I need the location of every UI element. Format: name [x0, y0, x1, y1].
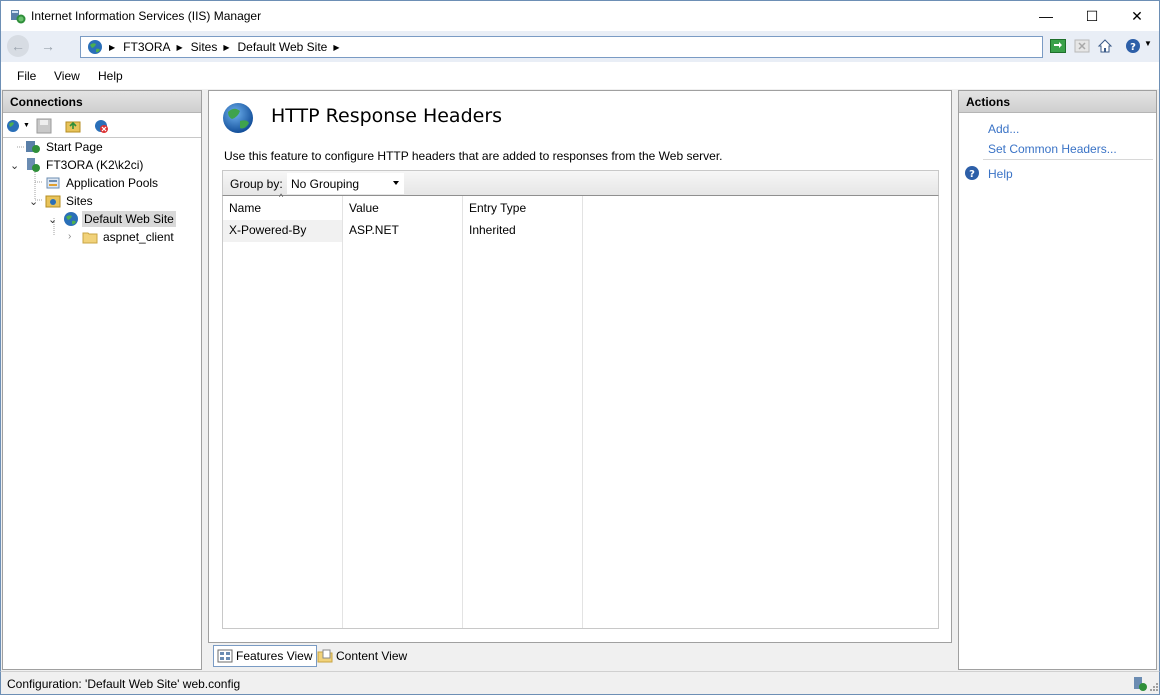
breadcrumb-sites[interactable]: Sites: [191, 40, 218, 54]
group-by-value: No Grouping: [291, 176, 360, 191]
expand-chevron-icon[interactable]: ›: [68, 231, 71, 242]
menu-help[interactable]: Help: [98, 69, 123, 83]
column-header-name[interactable]: Name: [229, 201, 261, 215]
tab-content-view[interactable]: Content View: [314, 645, 411, 667]
breadcrumb-server[interactable]: FT3ORA: [123, 40, 170, 54]
home-icon[interactable]: [1097, 38, 1113, 54]
application-pools-icon: [46, 177, 60, 189]
tree-label-application-pools: Application Pools: [66, 176, 159, 190]
cell-name: X-Powered-By: [229, 223, 307, 237]
tree-item-aspnet-client[interactable]: aspnet_client: [82, 228, 176, 246]
title-bar: Internet Information Services (IIS) Mana…: [0, 0, 1160, 31]
iis-app-icon: [11, 10, 26, 24]
menu-view[interactable]: View: [54, 69, 80, 83]
disconnect-icon[interactable]: [93, 118, 109, 134]
content-view-icon: [317, 649, 333, 663]
start-page-icon: [26, 141, 40, 153]
tree-item-default-web-site[interactable]: Default Web Site: [63, 210, 176, 228]
server-icon: [27, 158, 40, 172]
globe-icon: [64, 212, 78, 226]
tree-label-start-page: Start Page: [46, 140, 103, 154]
stop-icon[interactable]: [1074, 38, 1090, 54]
forward-button[interactable]: →: [37, 35, 59, 57]
save-icon[interactable]: [36, 118, 52, 134]
feature-description: Use this feature to configure HTTP heade…: [224, 149, 723, 163]
collapse-chevron-icon[interactable]: ⌄: [10, 159, 19, 172]
tree-item-application-pools[interactable]: Application Pools: [45, 174, 160, 192]
feature-pane: HTTP Response Headers Use this feature t…: [208, 90, 952, 643]
help-icon: ?: [965, 166, 979, 180]
crumb-separator-icon: ▶: [109, 42, 116, 52]
sort-ascending-icon: ^: [279, 192, 284, 202]
minimize-button[interactable]: —: [1023, 1, 1069, 31]
svg-text:?: ?: [969, 169, 975, 180]
actions-divider: [983, 159, 1153, 160]
status-text: Configuration: 'Default Web Site' web.co…: [7, 677, 241, 691]
help-icon[interactable]: ?: [1125, 38, 1141, 54]
tree-label-aspnet-client: aspnet_client: [103, 230, 174, 244]
refresh-icon[interactable]: [1050, 38, 1066, 54]
status-bar: Configuration: 'Default Web Site' web.co…: [0, 671, 1160, 695]
actions-header: Actions: [959, 91, 1156, 113]
crumb-separator-icon: ▶: [223, 42, 230, 52]
tree-item-start-page[interactable]: Start Page: [25, 138, 105, 156]
menu-bar: File View Help: [0, 62, 1160, 89]
forward-arrow-icon: →: [41, 38, 55, 54]
connections-header: Connections: [3, 91, 201, 113]
column-value: Value: [343, 196, 463, 628]
view-tabs: Features View Content View: [208, 644, 952, 670]
page-title: HTTP Response Headers: [271, 105, 503, 127]
column-name: ^ Name: [223, 192, 343, 628]
collapse-chevron-icon[interactable]: ⌄: [29, 195, 38, 208]
navigation-bar: ← → ▶ FT3ORA ▶ Sites ▶ Default Web Site …: [0, 31, 1160, 62]
connect-dropdown-icon[interactable]: ▼: [23, 122, 30, 129]
tree-label-sites: Sites: [66, 194, 93, 208]
tab-content-label: Content View: [336, 649, 408, 663]
crumb-separator-icon: ▶: [176, 42, 183, 52]
tree-item-sites[interactable]: Sites: [45, 192, 95, 210]
collapse-chevron-icon[interactable]: ⌄: [48, 213, 57, 226]
add-header-link[interactable]: Add...: [988, 122, 1019, 136]
up-folder-icon[interactable]: [65, 118, 81, 134]
breadcrumb-default-web-site[interactable]: Default Web Site: [238, 40, 328, 54]
folder-icon: [82, 232, 98, 244]
globe-icon: [88, 40, 102, 54]
group-by-bar: Group by: No Grouping: [222, 170, 939, 196]
connect-globe-icon[interactable]: [6, 118, 22, 134]
connections-toolbar: ▼: [3, 114, 201, 138]
help-dropdown-icon[interactable]: ▼: [1144, 39, 1152, 48]
cell-entry-type: Inherited: [469, 223, 516, 237]
features-view-icon: [217, 649, 233, 663]
back-arrow-icon: ←: [11, 38, 25, 54]
column-entry-type: Entry Type: [463, 196, 583, 628]
maximize-button[interactable]: ☐: [1069, 1, 1115, 31]
actions-panel: Actions Add... Set Common Headers... ? H…: [958, 90, 1157, 670]
set-common-headers-link[interactable]: Set Common Headers...: [988, 142, 1117, 156]
headers-table: ^ Name Value Entry Type X-Powered-By ASP…: [222, 192, 939, 629]
column-header-entry-type[interactable]: Entry Type: [469, 201, 526, 215]
menu-file[interactable]: File: [17, 69, 36, 83]
cell-value: ASP.NET: [349, 223, 399, 237]
group-by-select[interactable]: No Grouping: [287, 173, 404, 194]
server-status-icon: [1134, 677, 1147, 691]
resize-grip-icon[interactable]: [1149, 682, 1159, 692]
close-button[interactable]: ✕: [1114, 1, 1160, 31]
tree-item-server[interactable]: FT3ORA (K2\k2ci): [25, 156, 145, 174]
window-title: Internet Information Services (IIS) Mana…: [31, 9, 262, 23]
group-by-label: Group by:: [230, 177, 283, 191]
column-header-value[interactable]: Value: [349, 201, 379, 215]
tree-label-default-web-site: Default Web Site: [82, 211, 176, 227]
address-bar[interactable]: ▶ FT3ORA ▶ Sites ▶ Default Web Site ▶: [80, 36, 1043, 58]
connections-panel: Connections ▼ Start Page ⌄ FT3ORA (K2\k2…: [2, 90, 202, 670]
tree-label-server: FT3ORA (K2\k2ci): [46, 158, 144, 172]
tab-features-label: Features View: [236, 649, 313, 663]
tab-features-view[interactable]: Features View: [213, 645, 318, 667]
svg-text:?: ?: [1130, 42, 1136, 53]
dropdown-arrow-icon: [393, 181, 399, 185]
sites-folder-icon: [45, 195, 61, 208]
back-button[interactable]: ←: [7, 35, 29, 57]
globe-icon: [223, 103, 253, 133]
crumb-separator-icon[interactable]: ▶: [333, 43, 339, 52]
help-link[interactable]: Help: [988, 167, 1013, 181]
